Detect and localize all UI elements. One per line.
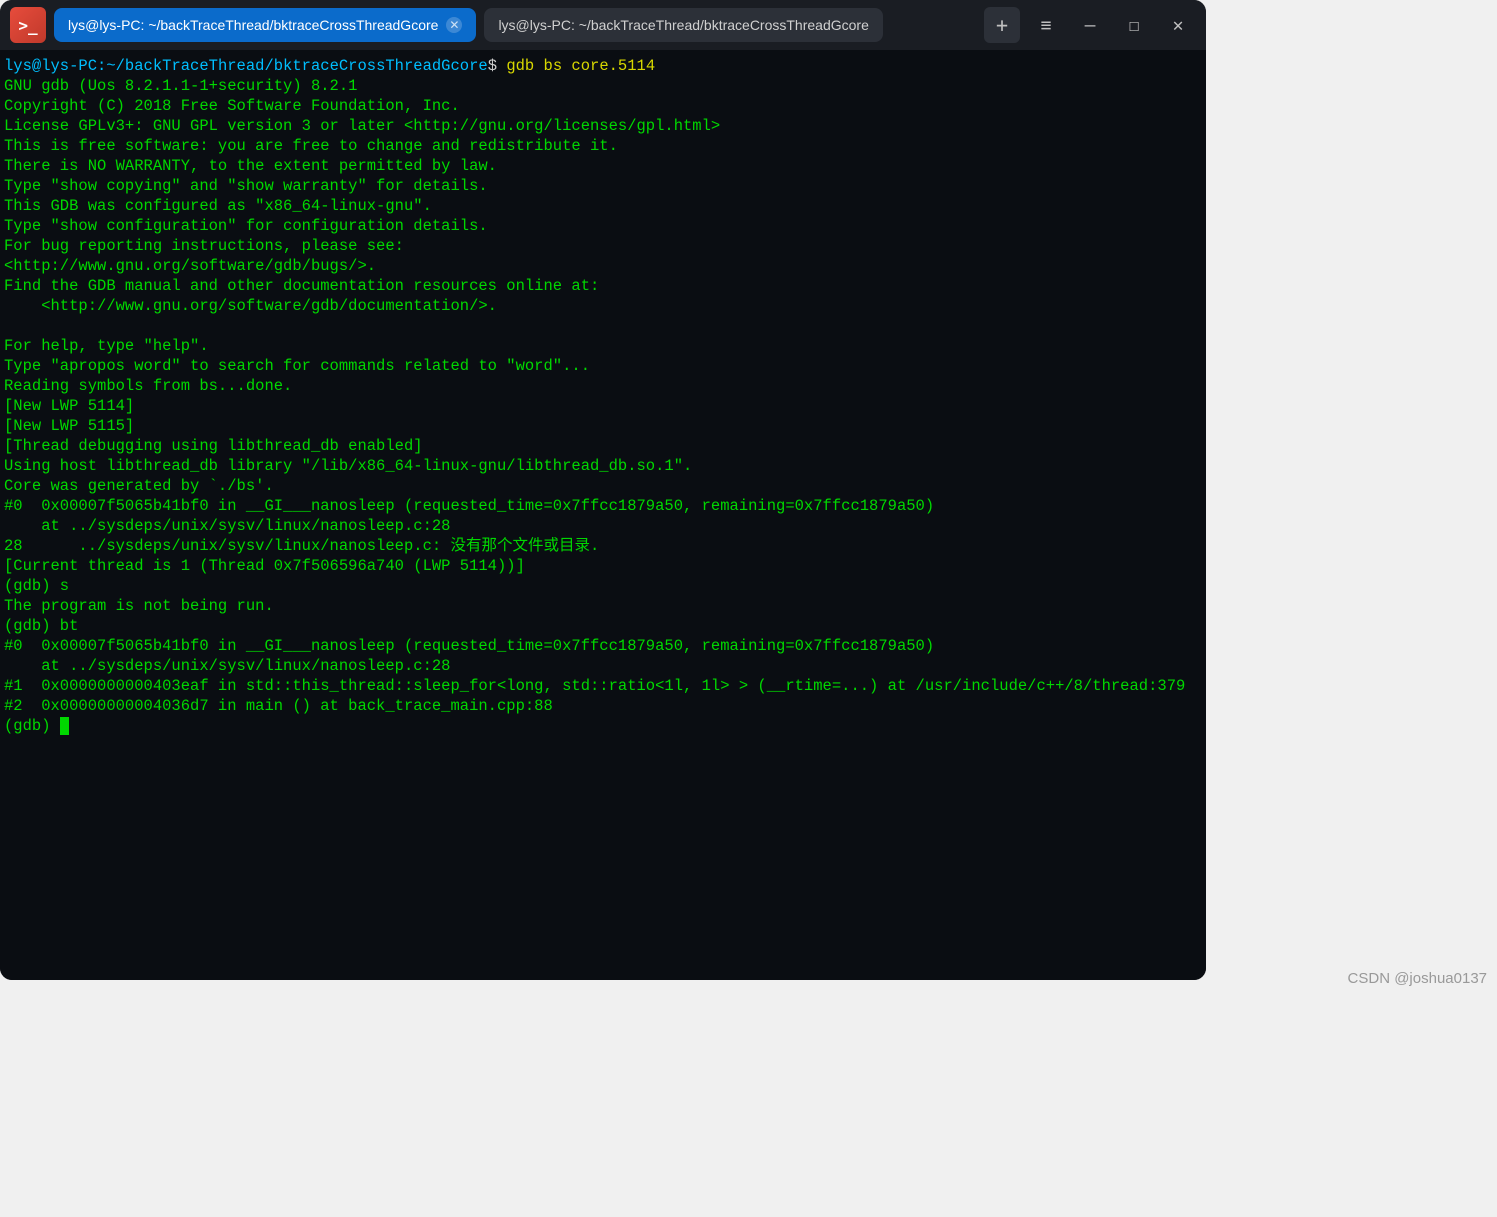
tab-active[interactable]: lys@lys-PC: ~/backTraceThread/bktraceCro… xyxy=(54,8,476,42)
output-line: Using host libthread_db library "/lib/x8… xyxy=(4,457,692,475)
output-line: [New LWP 5114] xyxy=(4,397,134,415)
output-line: Type "show configuration" for configurat… xyxy=(4,217,488,235)
output-line: #2 0x00000000004036d7 in main () at back… xyxy=(4,697,553,715)
close-button[interactable]: ✕ xyxy=(1160,7,1196,43)
output-line: This GDB was configured as "x86_64-linux… xyxy=(4,197,432,215)
terminal-app-icon: >_ xyxy=(10,7,46,43)
output-line: Copyright (C) 2018 Free Software Foundat… xyxy=(4,97,460,115)
output-line: Type "show copying" and "show warranty" … xyxy=(4,177,488,195)
output-line: #0 0x00007f5065b41bf0 in __GI___nanoslee… xyxy=(4,637,934,655)
prompt-sep: : xyxy=(97,57,106,75)
output-line: For bug reporting instructions, please s… xyxy=(4,237,404,255)
output-line: (gdb) s xyxy=(4,577,69,595)
gdb-prompt: (gdb) xyxy=(4,717,60,735)
output-line: The program is not being run. xyxy=(4,597,274,615)
output-line: (gdb) bt xyxy=(4,617,78,635)
output-line: GNU gdb (Uos 8.2.1.1-1+security) 8.2.1 xyxy=(4,77,357,95)
titlebar: >_ lys@lys-PC: ~/backTraceThread/bktrace… xyxy=(0,0,1206,50)
output-line: Reading symbols from bs...done. xyxy=(4,377,292,395)
output-line: For help, type "help". xyxy=(4,337,209,355)
cursor xyxy=(60,717,69,735)
terminal-output[interactable]: lys@lys-PC:~/backTraceThread/bktraceCros… xyxy=(0,50,1206,980)
command-text: gdb bs core.5114 xyxy=(497,57,655,75)
watermark: CSDN @joshua0137 xyxy=(1348,970,1487,987)
minimize-button[interactable]: — xyxy=(1072,7,1108,43)
output-line: at ../sysdeps/unix/sysv/linux/nanosleep.… xyxy=(4,657,450,675)
output-line: [New LWP 5115] xyxy=(4,417,134,435)
output-line: There is NO WARRANTY, to the extent perm… xyxy=(4,157,497,175)
terminal-window: >_ lys@lys-PC: ~/backTraceThread/bktrace… xyxy=(0,0,1206,980)
output-line: License GPLv3+: GNU GPL version 3 or lat… xyxy=(4,117,720,135)
new-tab-button[interactable]: + xyxy=(984,7,1020,43)
prompt-path: ~/backTraceThread/bktraceCrossThreadGcor… xyxy=(106,57,487,75)
output-line: <http://www.gnu.org/software/gdb/bugs/>. xyxy=(4,257,376,275)
output-line: Core was generated by `./bs'. xyxy=(4,477,274,495)
tab-inactive[interactable]: lys@lys-PC: ~/backTraceThread/bktraceCro… xyxy=(484,8,882,42)
tab-close-icon[interactable]: ✕ xyxy=(446,17,462,33)
tab-label: lys@lys-PC: ~/backTraceThread/bktraceCro… xyxy=(68,17,438,33)
output-line: [Thread debugging using libthread_db ena… xyxy=(4,437,423,455)
output-line: Type "apropos word" to search for comman… xyxy=(4,357,590,375)
prompt-user: lys@lys-PC xyxy=(4,57,97,75)
prompt-dollar: $ xyxy=(488,57,497,75)
output-line: #0 0x00007f5065b41bf0 in __GI___nanoslee… xyxy=(4,497,934,515)
output-line: 28 ../sysdeps/unix/sysv/linux/nanosleep.… xyxy=(4,537,599,555)
output-line: #1 0x0000000000403eaf in std::this_threa… xyxy=(4,677,1185,695)
menu-button[interactable]: ≡ xyxy=(1028,7,1064,43)
tab-label: lys@lys-PC: ~/backTraceThread/bktraceCro… xyxy=(498,17,868,33)
output-line: [Current thread is 1 (Thread 0x7f506596a… xyxy=(4,557,525,575)
output-line: This is free software: you are free to c… xyxy=(4,137,618,155)
output-line: <http://www.gnu.org/software/gdb/documen… xyxy=(4,297,497,315)
output-line: Find the GDB manual and other documentat… xyxy=(4,277,599,295)
maximize-button[interactable]: ☐ xyxy=(1116,7,1152,43)
output-line: at ../sysdeps/unix/sysv/linux/nanosleep.… xyxy=(4,517,450,535)
